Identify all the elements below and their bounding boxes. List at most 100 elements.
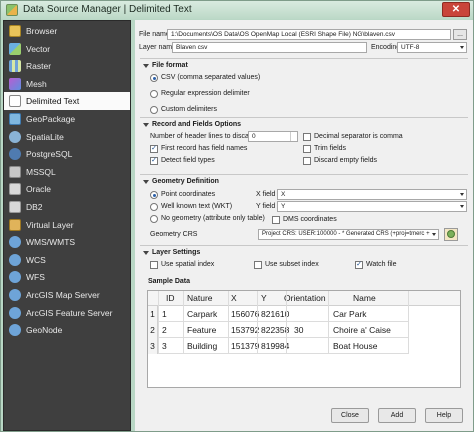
subset-index-checkbox[interactable] — [254, 261, 262, 269]
column-divider — [158, 291, 159, 354]
column-divider — [183, 291, 184, 354]
sidebar-item-mesh[interactable]: Mesh — [4, 75, 130, 93]
collapse-arrow-icon[interactable] — [143, 123, 149, 127]
vector-icon — [9, 42, 21, 55]
radio-csv-label: CSV (comma separated values) — [161, 74, 261, 81]
collapse-arrow-icon[interactable] — [143, 180, 149, 184]
radio-wkt[interactable] — [150, 203, 158, 211]
decimal-comma-checkbox[interactable] — [303, 133, 311, 141]
y-field-select[interactable]: Y — [277, 201, 467, 212]
spatial-index-checkbox[interactable] — [150, 261, 158, 269]
record-fields-heading: Record and Fields Options — [152, 121, 242, 128]
column-divider — [257, 291, 258, 354]
column-header-nature[interactable]: Nature — [187, 291, 213, 306]
column-divider — [228, 291, 229, 354]
decimal-comma-label: Decimal separator is comma — [314, 133, 403, 140]
radio-custom[interactable] — [150, 106, 158, 114]
globe-icon — [447, 230, 455, 238]
sidebar-item-geopackage[interactable]: GeoPackage — [4, 110, 130, 128]
watch-file-checkbox[interactable]: ✓ — [355, 261, 363, 269]
encoding-select[interactable]: UTF-8 — [397, 42, 467, 53]
x-field-select[interactable]: X — [277, 189, 467, 200]
add-button[interactable]: Add — [378, 408, 416, 423]
table-row[interactable]: 1 1 Carpark 156076 821610 Car Park — [148, 306, 408, 322]
column-header-id[interactable]: ID — [166, 291, 175, 306]
close-button[interactable]: Close — [331, 408, 369, 423]
delimited-text-panel: File name 1:\Documents\OS Data\OS OpenMa… — [135, 20, 473, 431]
row-number: 2 — [148, 322, 158, 338]
watch-file-label: Watch file — [366, 261, 397, 268]
sidebar-item-wfs[interactable]: WFS — [4, 268, 130, 286]
sidebar-item-delimited-text[interactable]: Delimited Text — [4, 92, 130, 111]
sidebar-item-label: Raster — [26, 61, 52, 72]
trim-fields-checkbox[interactable] — [303, 145, 311, 153]
sidebar-item-wms-wmts[interactable]: WMS/WMTS — [4, 233, 130, 251]
trim-fields-label: Trim fields — [314, 145, 347, 152]
layer-name-label: Layer name — [139, 44, 176, 51]
table-cell-x: 151379 — [231, 341, 260, 351]
table-row[interactable]: 2 2 Feature 153792 822358 30 Choire a' Caise — [148, 322, 408, 338]
crs-selector-button[interactable] — [444, 228, 458, 241]
table-row[interactable]: 3 3 Building 151379 819984 Boat House — [148, 338, 408, 354]
help-button[interactable]: Help — [425, 408, 463, 423]
discard-empty-checkbox[interactable] — [303, 157, 311, 165]
collapse-arrow-icon[interactable] — [143, 251, 149, 255]
browser-icon — [9, 25, 21, 37]
collapse-arrow-icon[interactable] — [143, 64, 149, 68]
spin-arrows-icon[interactable] — [290, 132, 297, 141]
sidebar-item-vector[interactable]: Vector — [4, 40, 130, 58]
sidebar-item-wcs[interactable]: WCS — [4, 251, 130, 269]
qgis-app-icon — [6, 4, 18, 16]
detect-types-checkbox[interactable]: ✓ — [150, 157, 158, 165]
wcs-icon — [9, 253, 21, 266]
file-name-label: File name — [139, 31, 170, 38]
sidebar-item-geonode[interactable]: GeoNode — [4, 321, 130, 339]
radio-wkt-label: Well known text (WKT) — [161, 203, 233, 210]
source-sidebar: Browser Vector Raster Mesh Delimited Text Geo… — [3, 20, 131, 431]
file-name-input[interactable]: 1:\Documents\OS Data\OS OpenMap Local (E… — [167, 29, 451, 40]
sidebar-item-arcgis-map-server[interactable]: ArcGIS Map Server — [4, 286, 130, 304]
sidebar-item-db2[interactable]: DB2 — [4, 198, 130, 216]
window-close-button[interactable]: ✕ — [442, 2, 470, 17]
sidebar-item-label: WFS — [26, 272, 45, 283]
column-header-y[interactable]: Y — [261, 291, 267, 306]
column-header-orientation[interactable]: Orientation — [284, 291, 326, 306]
sidebar-item-label: DB2 — [26, 202, 43, 212]
sidebar-item-browser[interactable]: Browser — [4, 22, 130, 40]
sidebar-item-label: ArcGIS Map Server — [26, 290, 100, 300]
sidebar-item-mssql[interactable]: MSSQL — [4, 163, 130, 181]
radio-point-coordinates[interactable] — [150, 191, 158, 199]
sidebar-item-virtual-layer[interactable]: Virtual Layer — [4, 216, 130, 234]
chevron-down-icon — [432, 233, 436, 236]
radio-point-label: Point coordinates — [161, 191, 216, 198]
x-field-value: X — [281, 191, 286, 198]
geopackage-icon — [9, 113, 21, 125]
sidebar-item-oracle[interactable]: Oracle — [4, 180, 130, 198]
first-record-checkbox[interactable]: ✓ — [150, 145, 158, 153]
record-fields-section: Record and Fields Options Number of head… — [140, 117, 468, 177]
crs-select[interactable]: Project CRS: USER:100000 - * Generated C… — [258, 229, 439, 240]
radio-no-geometry[interactable] — [150, 215, 158, 223]
dms-checkbox[interactable] — [272, 216, 280, 224]
encoding-value: UTF-8 — [401, 44, 420, 51]
sidebar-item-raster[interactable]: Raster — [4, 57, 130, 75]
table-header: ID Nature X Y Orientation Name — [148, 291, 460, 306]
sidebar-item-arcgis-feature-server[interactable]: ArcGIS Feature Server — [4, 304, 130, 322]
spatial-index-label: Use spatial index — [161, 261, 215, 268]
sidebar-item-label: ArcGIS Feature Server — [26, 307, 113, 318]
header-lines-spinbox[interactable]: 0 — [248, 131, 298, 142]
column-header-x[interactable]: X — [231, 291, 237, 306]
geonode-icon — [9, 324, 21, 337]
radio-csv[interactable] — [150, 74, 158, 82]
column-header-name[interactable]: Name — [353, 291, 376, 306]
postgresql-icon — [9, 148, 21, 161]
sidebar-item-spatialite[interactable]: SpatiaLite — [4, 128, 130, 146]
geometry-heading: Geometry Definition — [152, 178, 219, 185]
sidebar-item-postgresql[interactable]: PostgreSQL — [4, 145, 130, 163]
sample-data-table[interactable]: ID Nature X Y Orientation Name 1 1 Carpark… — [147, 290, 461, 388]
browse-button[interactable]: ... — [453, 29, 467, 40]
arcgis-map-icon — [9, 289, 21, 301]
radio-custom-label: Custom delimiters — [161, 106, 218, 113]
radio-regex[interactable] — [150, 90, 158, 98]
layer-name-input[interactable]: Blaven csv — [172, 42, 367, 53]
